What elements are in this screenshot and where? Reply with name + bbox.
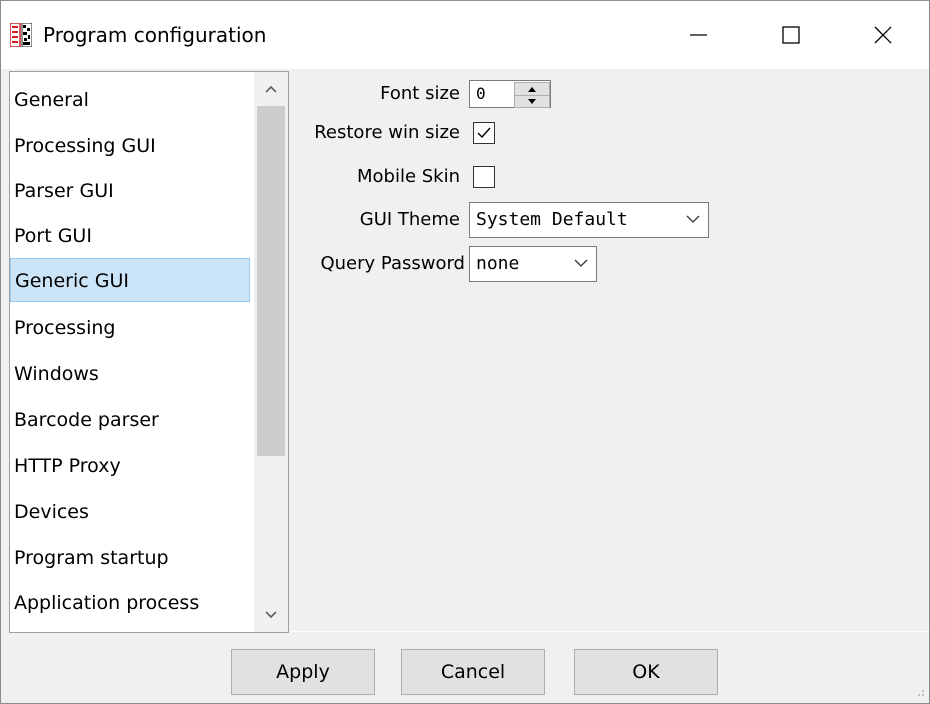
cancel-button[interactable]: Cancel	[401, 649, 545, 695]
triangle-down-icon	[528, 98, 536, 104]
font-size-spinner[interactable]: 0	[469, 80, 551, 108]
gui-theme-label: GUI Theme	[359, 209, 460, 230]
maximize-button[interactable]	[745, 1, 837, 69]
nav-item-program-startup[interactable]: Program startup	[10, 536, 250, 580]
nav-item-generic-gui[interactable]: Generic GUI	[10, 258, 250, 302]
chevron-up-icon	[265, 85, 277, 93]
nav-item-processing-gui[interactable]: Processing GUI	[10, 124, 250, 168]
resize-grip-icon[interactable]	[913, 685, 925, 697]
chevron-down-icon	[265, 611, 277, 619]
mobile-skin-label: Mobile Skin	[356, 166, 460, 187]
spinner-buttons	[514, 82, 550, 108]
nav-item-devices[interactable]: Devices	[10, 490, 250, 534]
mobile-skin-checkbox[interactable]	[473, 166, 495, 188]
nav-item-parser-gui[interactable]: Parser GUI	[10, 169, 250, 213]
close-icon	[874, 26, 892, 44]
nav-item-windows[interactable]: Windows	[10, 352, 250, 396]
triangle-up-icon	[528, 86, 536, 92]
program-configuration-window: Program configuration General Processing…	[0, 0, 930, 704]
scrollbar-thumb[interactable]	[257, 106, 285, 456]
font-size-label: Font size	[380, 83, 460, 104]
maximize-icon	[782, 26, 800, 44]
nav-item-general[interactable]: General	[10, 78, 250, 122]
scroll-down-button[interactable]	[254, 598, 288, 632]
apply-button[interactable]: Apply	[231, 649, 375, 695]
checkmark-icon	[477, 127, 491, 139]
title-bar[interactable]: Program configuration	[1, 1, 929, 69]
vertical-scrollbar[interactable]	[254, 72, 288, 632]
settings-panel	[291, 71, 929, 632]
close-button[interactable]	[837, 1, 929, 69]
font-size-value[interactable]: 0	[476, 81, 486, 107]
gui-theme-selected: System Default	[476, 209, 628, 230]
window-title: Program configuration	[43, 23, 267, 47]
query-password-selected: none	[476, 253, 520, 274]
nav-item-barcode-parser[interactable]: Barcode parser	[10, 398, 250, 442]
ok-button[interactable]: OK	[574, 649, 718, 695]
nav-item-http-proxy[interactable]: HTTP Proxy	[10, 444, 250, 488]
query-password-label: Query Password	[320, 253, 465, 274]
gui-theme-dropdown[interactable]: System Default	[469, 202, 709, 238]
nav-item-processing[interactable]: Processing	[10, 306, 250, 350]
chevron-down-icon	[686, 215, 700, 223]
minimize-button[interactable]	[653, 1, 745, 69]
restore-win-size-label: Restore win size	[314, 122, 460, 143]
spinner-decrement-button[interactable]	[515, 95, 549, 107]
query-password-dropdown[interactable]: none	[469, 246, 597, 282]
category-list[interactable]: General Processing GUI Parser GUI Port G…	[9, 71, 289, 633]
nav-item-application-process[interactable]: Application process	[10, 581, 250, 625]
chevron-down-icon	[574, 259, 588, 267]
nav-item-port-gui[interactable]: Port GUI	[10, 214, 250, 258]
minimize-icon	[690, 34, 707, 36]
scroll-up-button[interactable]	[254, 72, 288, 106]
restore-win-size-checkbox[interactable]	[473, 122, 495, 144]
scan-app-icon	[10, 23, 32, 47]
